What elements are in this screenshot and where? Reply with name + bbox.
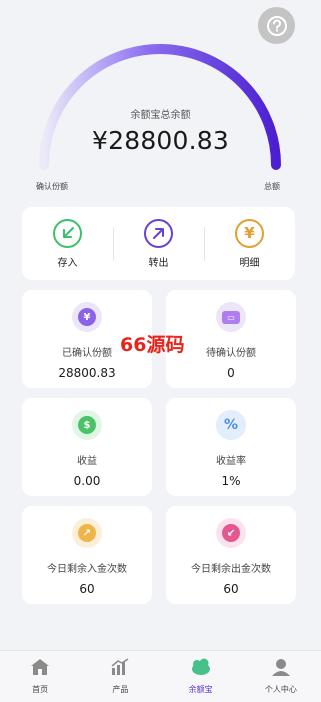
- gauge-right-label: 总额: [264, 182, 280, 191]
- card-label: 今日剩余出金次数: [191, 564, 271, 575]
- gauge-arc: [39, 44, 281, 170]
- balance-title: 余额宝总余额: [130, 110, 191, 121]
- tab-profile[interactable]: 个人中心: [241, 651, 321, 702]
- pending-share-card: ▭ 待确认份额 0: [166, 290, 296, 388]
- tab-label: 首页: [32, 685, 49, 694]
- withdraw-label: 转出: [148, 257, 169, 269]
- card-value: 1%: [221, 474, 241, 488]
- profile-icon: [270, 657, 292, 677]
- action-bar: 存入 转出 ¥ 明细: [22, 207, 295, 280]
- card-value: 0.00: [73, 474, 101, 488]
- tab-label: 产品: [112, 685, 129, 694]
- details-label: 明细: [239, 257, 260, 269]
- yield-rate-card: % 收益率 1%: [166, 398, 296, 496]
- tab-label: 余额宝: [188, 685, 213, 694]
- yield-rate-icon: %: [216, 410, 246, 440]
- tab-home[interactable]: 首页: [0, 651, 80, 702]
- deposit-count-icon: ↗: [72, 518, 102, 548]
- balance-gauge: 余额宝总余额 ¥28800.83 确认份额 总额: [0, 0, 321, 200]
- card-label: 待确认份额: [206, 348, 256, 359]
- withdraw-count-card: ↙ 今日剩余出金次数 60: [166, 506, 296, 604]
- earnings-card: $ 收益 0.00: [22, 398, 152, 496]
- details-button[interactable]: ¥ 明细: [204, 218, 295, 269]
- bottom-tab-bar: 首页 产品 余额宝 个人中心: [0, 650, 321, 702]
- gauge-left-label: 确认份额: [36, 182, 68, 191]
- withdraw-icon: [144, 218, 173, 248]
- balance-amount: ¥28800.83: [92, 126, 229, 155]
- home-icon: [29, 657, 51, 677]
- pending-share-icon: ▭: [216, 302, 246, 332]
- deposit-button[interactable]: 存入: [22, 218, 113, 269]
- yuebao-icon: [190, 657, 212, 677]
- tab-label: 个人中心: [264, 685, 297, 694]
- card-label: 收益: [77, 456, 97, 467]
- deposit-label: 存入: [57, 257, 78, 269]
- products-icon: [109, 657, 131, 677]
- tab-yuebao[interactable]: 余额宝: [161, 651, 241, 702]
- deposit-count-card: ↗ 今日剩余入金次数 60: [22, 506, 152, 604]
- card-label: 已确认份额: [62, 348, 112, 359]
- card-value: 60: [79, 582, 95, 596]
- card-label: 今日剩余入金次数: [47, 564, 127, 575]
- confirmed-share-icon: ¥: [72, 302, 102, 332]
- card-label: 收益率: [216, 456, 246, 467]
- details-icon: ¥: [235, 218, 264, 248]
- card-value: 0: [227, 366, 235, 380]
- withdraw-count-icon: ↙: [216, 518, 246, 548]
- card-value: 60: [223, 582, 239, 596]
- deposit-icon: [53, 218, 82, 248]
- withdraw-button[interactable]: 转出: [113, 218, 204, 269]
- watermark: 66源码: [120, 334, 185, 356]
- card-value: 28800.83: [58, 366, 116, 380]
- earnings-icon: $: [72, 410, 102, 440]
- tab-products[interactable]: 产品: [80, 651, 160, 702]
